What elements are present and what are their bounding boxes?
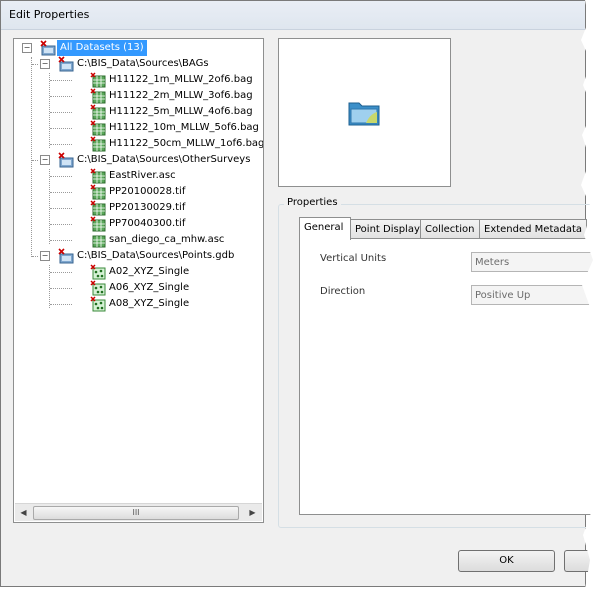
direction-label: Direction xyxy=(320,286,366,297)
window-title: Edit Properties xyxy=(9,8,90,21)
tree-node-label: H11122_2m_MLLW_3of6.bag xyxy=(109,90,253,101)
tree-node-dataset[interactable]: san_diego_ca_mhw.asc xyxy=(50,232,263,248)
tree-node-dataset[interactable]: PP20130029.tif xyxy=(50,200,263,216)
tree-connector xyxy=(50,240,72,241)
collapse-icon[interactable]: − xyxy=(40,155,50,165)
tree-node-label: PP20100028.tif xyxy=(109,186,186,197)
vertical-units-label: Vertical Units xyxy=(320,253,387,264)
tree-node-label: PP70040300.tif xyxy=(109,218,186,229)
scrollbar-thumb[interactable]: III xyxy=(33,506,239,520)
tree-connector xyxy=(50,208,72,209)
tree-horizontal-scrollbar[interactable]: ◀ III ▶ xyxy=(15,503,262,521)
dataset-tree[interactable]: − All Datasets (13) − C:\BIS_Data\Source… xyxy=(13,38,264,523)
ok-button[interactable]: OK xyxy=(458,550,555,572)
general-tab-panel: Vertical Units Meters Direction Positive… xyxy=(299,238,599,515)
raster-grid-icon xyxy=(90,104,106,120)
raster-grid-icon xyxy=(90,168,106,184)
properties-group-title: Properties xyxy=(284,197,341,208)
tree-connector xyxy=(50,112,72,113)
tree-node-label: H11122_5m_MLLW_4of6.bag xyxy=(109,106,253,117)
dataset-collection-icon xyxy=(58,248,74,264)
tree-node-label: A06_XYZ_Single xyxy=(109,282,190,293)
point-layer-icon xyxy=(90,296,106,312)
tree-node-label: H11122_10m_MLLW_5of6.bag xyxy=(109,122,259,133)
tree-node-label: A08_XYZ_Single xyxy=(109,298,190,309)
tree-node-label: All Datasets (13) xyxy=(57,40,147,56)
raster-grid-icon xyxy=(90,216,106,232)
dataset-collection-icon xyxy=(58,152,74,168)
tree-node-label: san_diego_ca_mhw.asc xyxy=(109,234,225,245)
tree-node-dataset[interactable]: A02_XYZ_Single xyxy=(50,264,263,280)
folder-map-icon xyxy=(348,102,380,126)
dataset-preview xyxy=(278,38,451,187)
point-layer-icon xyxy=(90,280,106,296)
tree-node-root[interactable]: − All Datasets (13) xyxy=(20,40,260,56)
tab-general[interactable]: General xyxy=(299,217,351,240)
tree-connector xyxy=(49,73,50,148)
tree-node-dataset[interactable]: H11122_1m_MLLW_2of6.bag xyxy=(50,72,263,88)
tree-connector xyxy=(50,288,72,289)
tree-connector xyxy=(50,304,72,305)
tree-connector xyxy=(32,64,38,65)
tree-node-dataset[interactable]: EastRiver.asc xyxy=(50,168,263,184)
tree-node-label: C:\BIS_Data\Sources\Points.gdb xyxy=(77,250,235,261)
dataset-collection-icon xyxy=(40,40,56,56)
tree-node-label: PP20130029.tif xyxy=(109,202,186,213)
edit-properties-dialog: Edit Properties − All Datasets (13) − C:… xyxy=(0,0,599,587)
tree-node-folder[interactable]: − C:\BIS_Data\Sources\Points.gdb xyxy=(32,248,258,264)
tree-connector xyxy=(50,192,72,193)
dataset-collection-icon xyxy=(58,56,74,72)
raster-grid-icon xyxy=(90,200,106,216)
tree-connector xyxy=(50,80,72,81)
tree-node-label: EastRiver.asc xyxy=(109,170,176,181)
tree-connector xyxy=(31,57,32,257)
tree-connector xyxy=(50,224,72,225)
tree-node-folder[interactable]: − C:\BIS_Data\Sources\OtherSurveys xyxy=(32,152,258,168)
raster-grid-icon xyxy=(90,136,106,152)
collapse-icon[interactable]: − xyxy=(22,43,32,53)
scrollbar-grip: III xyxy=(132,508,140,517)
tree-node-dataset[interactable]: H11122_5m_MLLW_4of6.bag xyxy=(50,104,263,120)
torn-edge xyxy=(581,0,599,595)
tree-node-dataset[interactable]: A08_XYZ_Single xyxy=(50,296,263,312)
tree-connector xyxy=(50,128,72,129)
tree-node-dataset[interactable]: H11122_2m_MLLW_3of6.bag xyxy=(50,88,263,104)
tree-node-dataset[interactable]: H11122_10m_MLLW_5of6.bag xyxy=(50,120,263,136)
raster-grid-icon xyxy=(92,235,106,248)
tree-node-dataset[interactable]: H11122_50cm_MLLW_1of6.bag xyxy=(50,136,264,152)
tree-connector xyxy=(50,144,72,145)
tree-connector xyxy=(50,272,72,273)
collapse-icon[interactable]: − xyxy=(40,59,50,69)
title-bar[interactable]: Edit Properties xyxy=(1,1,585,30)
raster-grid-icon xyxy=(90,72,106,88)
scroll-left-icon[interactable]: ◀ xyxy=(17,506,30,519)
tree-connector xyxy=(49,169,50,244)
tree-node-label: H11122_50cm_MLLW_1of6.bag xyxy=(109,138,264,149)
tab-point-display[interactable]: Point Display xyxy=(350,219,421,238)
tree-node-label: H11122_1m_MLLW_2of6.bag xyxy=(109,74,253,85)
scroll-right-icon[interactable]: ▶ xyxy=(246,506,259,519)
raster-grid-icon xyxy=(90,88,106,104)
tree-connector xyxy=(50,96,72,97)
tree-node-folder[interactable]: − C:\BIS_Data\Sources\BAGs xyxy=(32,56,258,72)
tree-node-dataset[interactable]: A06_XYZ_Single xyxy=(50,280,263,296)
tree-node-label: A02_XYZ_Single xyxy=(109,266,190,277)
raster-grid-icon xyxy=(90,120,106,136)
tree-connector xyxy=(32,160,38,161)
raster-grid-icon xyxy=(90,184,106,200)
collapse-icon[interactable]: − xyxy=(40,251,50,261)
tree-connector xyxy=(50,176,72,177)
tree-node-dataset[interactable]: PP70040300.tif xyxy=(50,216,263,232)
tree-node-label: C:\BIS_Data\Sources\BAGs xyxy=(77,58,209,69)
point-layer-icon xyxy=(90,264,106,280)
tree-node-dataset[interactable]: PP20100028.tif xyxy=(50,184,263,200)
tree-node-label: C:\BIS_Data\Sources\OtherSurveys xyxy=(77,154,251,165)
tab-collection[interactable]: Collection xyxy=(420,219,480,238)
tree-connector xyxy=(32,256,38,257)
